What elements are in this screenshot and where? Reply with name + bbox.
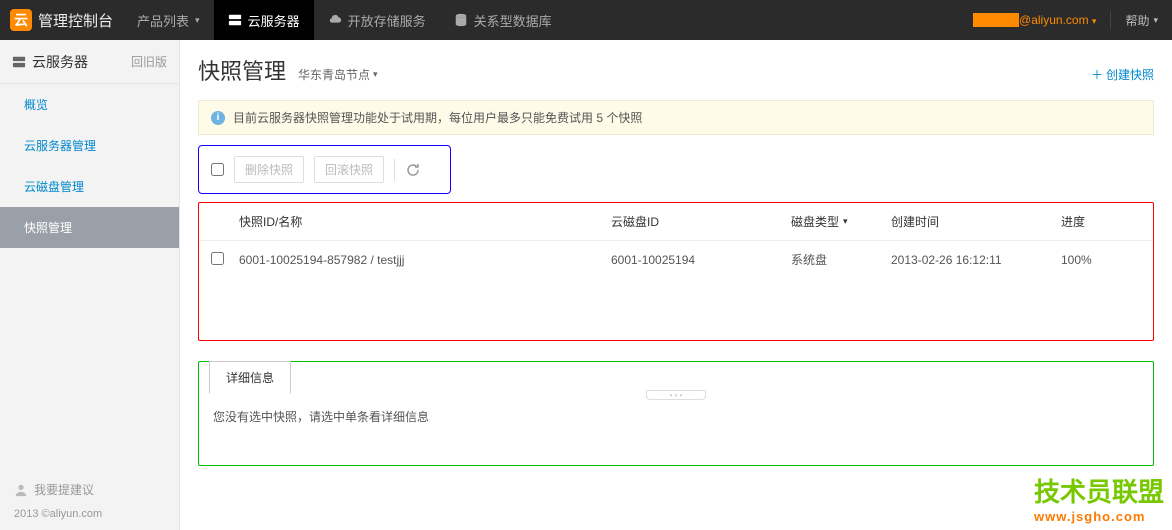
sidebar-item-overview[interactable]: 概览 [0, 84, 179, 125]
info-icon: i [211, 111, 225, 125]
col-name: 快照ID/名称 [239, 213, 611, 230]
sidebar-item-ecs-manage[interactable]: 云服务器管理 [0, 125, 179, 166]
region-selector[interactable]: 华东青岛节点▾ [298, 66, 378, 83]
tab-detail[interactable]: 详细信息 [209, 361, 291, 394]
user-email[interactable]: xxxxxxx@aliyun.com ▾ [959, 13, 1110, 27]
nav-products[interactable]: 产品列表 ▾ [123, 0, 214, 40]
logo-icon: 云 [10, 9, 32, 31]
top-bar: 云 管理控制台 产品列表 ▾ 云服务器 开放存储服务 关系型数据库 xxxx [0, 0, 1172, 40]
sidebar-title: 云服务器 [32, 52, 125, 72]
logo[interactable]: 云 管理控制台 [0, 0, 123, 40]
server-icon [228, 13, 242, 27]
table-row[interactable]: 6001-10025194-857982 / testjjj 6001-1002… [199, 241, 1153, 278]
help-link[interactable]: 帮助▾ [1110, 11, 1172, 29]
select-all-checkbox[interactable] [211, 163, 224, 176]
nav-oss[interactable]: 开放存储服务 [314, 0, 440, 40]
nav-rds-label: 关系型数据库 [474, 11, 552, 30]
refresh-icon [405, 162, 421, 178]
cell-progress: 100% [1061, 253, 1141, 267]
chevron-down-icon: ▾ [1153, 15, 1158, 26]
server-icon [12, 55, 26, 69]
main-content: 快照管理 华东青岛节点▾ ＋ 创建快照 i 目前云服务器快照管理功能处于试用期，… [180, 40, 1172, 530]
sidebar-item-disk-manage[interactable]: 云磁盘管理 [0, 166, 179, 207]
top-nav: 产品列表 ▾ 云服务器 开放存储服务 关系型数据库 [123, 0, 566, 40]
cell-type: 系统盘 [791, 251, 891, 268]
logo-text: 管理控制台 [38, 10, 113, 31]
col-disk: 云磁盘ID [611, 213, 791, 230]
database-icon [454, 13, 468, 27]
watermark: 技术员联盟 www.jsgho.com [1034, 472, 1164, 524]
nav-products-label: 产品列表 [137, 11, 189, 30]
plus-icon: ＋ [1091, 66, 1103, 83]
bulk-action-bar: 删除快照 回滚快照 [198, 145, 451, 194]
rollback-snapshot-button[interactable]: 回滚快照 [314, 156, 384, 183]
table-header: 快照ID/名称 云磁盘ID 磁盘类型▾ 创建时间 进度 [199, 203, 1153, 241]
copyright: 2013 ©aliyun.com [0, 508, 179, 530]
detail-panel: 详细信息 您没有选中快照，请选中单条看详细信息 [198, 361, 1154, 466]
nav-ecs-label: 云服务器 [248, 11, 300, 30]
snapshot-table: 快照ID/名称 云磁盘ID 磁盘类型▾ 创建时间 进度 6001-1002519… [198, 202, 1154, 341]
chevron-down-icon: ▾ [1092, 16, 1097, 26]
nav-oss-label: 开放存储服务 [348, 11, 426, 30]
col-type[interactable]: 磁盘类型▾ [791, 213, 891, 230]
chevron-down-icon: ▾ [195, 15, 200, 26]
cloud-icon [328, 13, 342, 27]
col-progress: 进度 [1061, 213, 1141, 230]
sidebar: 云服务器 回旧版 概览 云服务器管理 云磁盘管理 快照管理 我要提建议 2013… [0, 40, 180, 530]
col-time: 创建时间 [891, 213, 1061, 230]
detail-empty-text: 您没有选中快照，请选中单条看详细信息 [199, 388, 1153, 465]
nav-rds[interactable]: 关系型数据库 [440, 0, 566, 40]
sidebar-item-snapshot-manage[interactable]: 快照管理 [0, 207, 179, 248]
notice-banner: i 目前云服务器快照管理功能处于试用期，每位用户最多只能免费试用 5 个快照 [198, 100, 1154, 135]
old-version-link[interactable]: 回旧版 [131, 53, 167, 70]
delete-snapshot-button[interactable]: 删除快照 [234, 156, 304, 183]
cell-time: 2013-02-26 16:12:11 [891, 253, 1061, 267]
sidebar-header: 云服务器 回旧版 [0, 40, 179, 84]
chevron-down-icon: ▾ [843, 216, 848, 227]
row-checkbox[interactable] [211, 252, 224, 265]
cell-disk: 6001-10025194 [611, 253, 791, 267]
refresh-button[interactable] [405, 162, 421, 178]
person-icon [14, 483, 28, 497]
chevron-down-icon: ▾ [373, 69, 378, 80]
notice-text: 目前云服务器快照管理功能处于试用期，每位用户最多只能免费试用 5 个快照 [233, 109, 642, 126]
create-snapshot-button[interactable]: ＋ 创建快照 [1091, 66, 1154, 83]
nav-ecs[interactable]: 云服务器 [214, 0, 314, 40]
suggest-link[interactable]: 我要提建议 [0, 471, 179, 508]
page-title: 快照管理 [198, 54, 286, 86]
cell-name: 6001-10025194-857982 / testjjj [239, 253, 611, 267]
